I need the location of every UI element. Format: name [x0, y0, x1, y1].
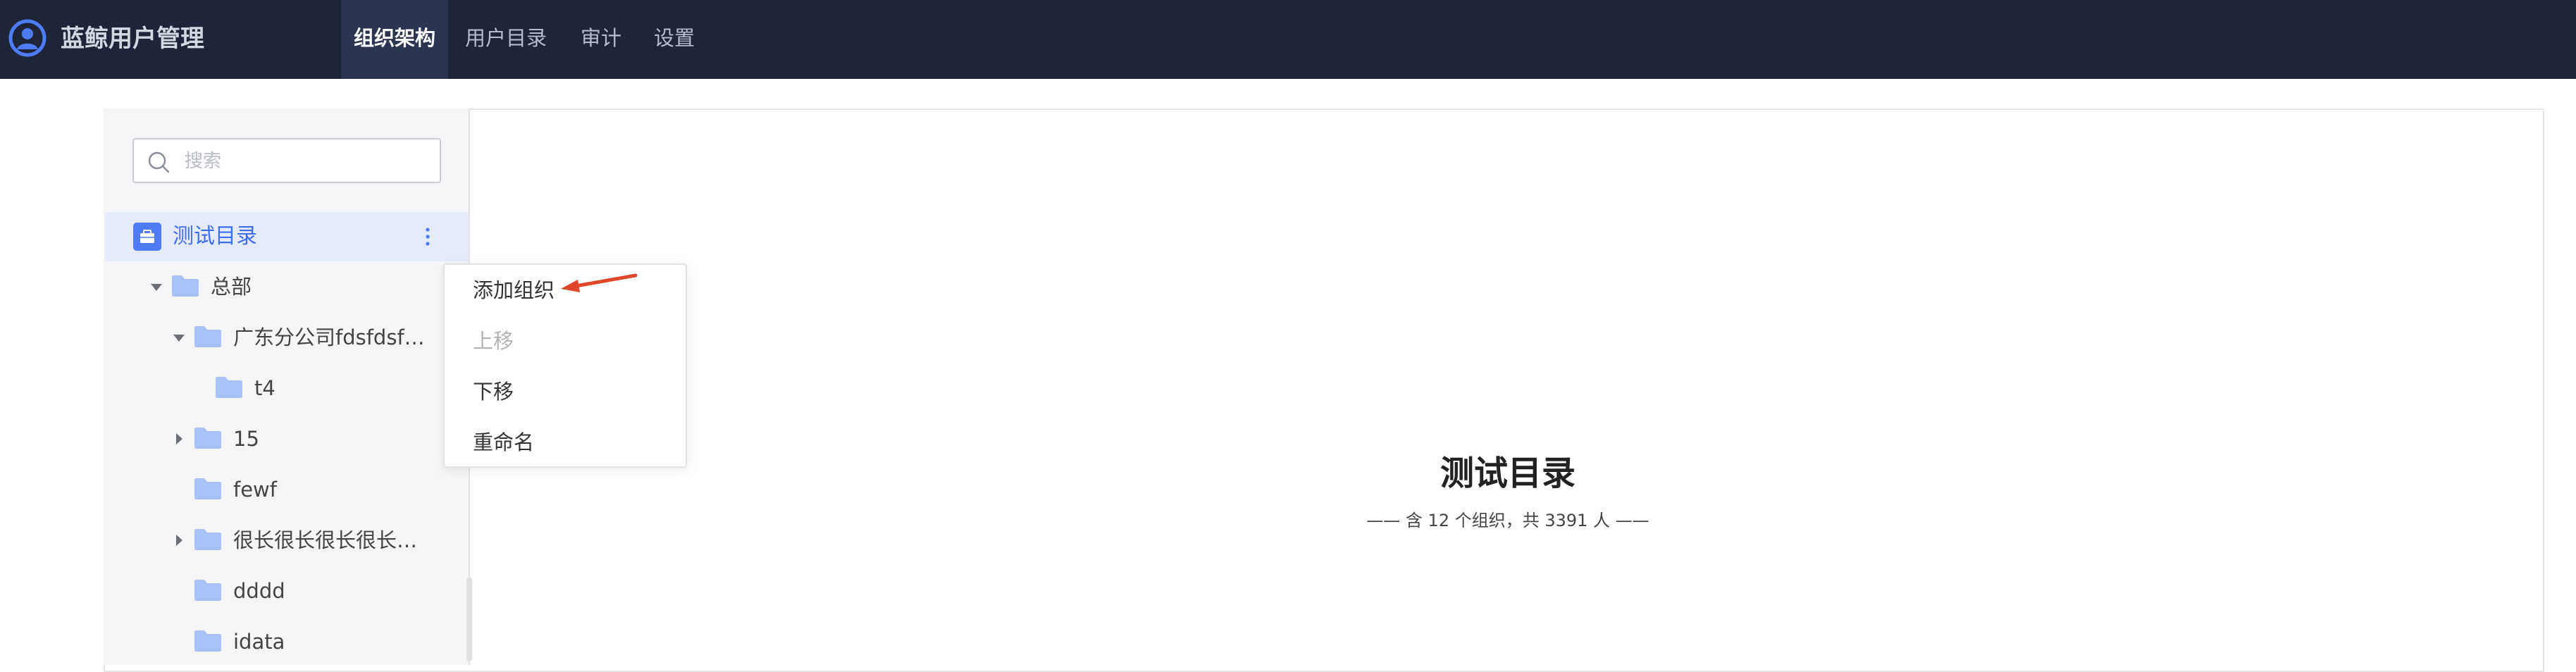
directory-summary: —— 含 12 个组织，共 3391 人 —— — [1366, 511, 1649, 530]
tree-root-directory[interactable]: 测试目录 — [105, 212, 469, 261]
folder-icon — [194, 478, 221, 499]
caret-down-icon[interactable] — [171, 316, 187, 359]
folder-icon — [194, 529, 221, 550]
caret-right-icon[interactable] — [171, 418, 187, 460]
folder-icon — [194, 326, 221, 347]
tree-root-label: 测试目录 — [173, 224, 257, 249]
caret-right-icon[interactable] — [171, 519, 187, 561]
search-input[interactable] — [183, 147, 430, 176]
tree-item[interactable]: idata — [105, 621, 443, 663]
nav-tab-org-structure[interactable]: 组织架构 — [341, 0, 448, 79]
nav-tab-user-directory[interactable]: 用户目录 — [460, 0, 552, 79]
menu-item-add-org[interactable]: 添加组织 — [473, 276, 555, 304]
folder-icon — [194, 428, 221, 449]
directory-icon — [133, 223, 161, 251]
tree-item-label: t4 — [254, 376, 275, 400]
app-title: 蓝鲸用户管理 — [61, 25, 204, 53]
tree-item[interactable]: 广东分公司fdsfdsf… — [105, 316, 443, 359]
tree-item[interactable]: 很长很长很长很长… — [105, 519, 443, 561]
user-circle-icon — [8, 19, 47, 57]
menu-item-rename[interactable]: 重命名 — [473, 428, 534, 456]
nav-tab-audit[interactable]: 审计 — [569, 0, 633, 79]
tree-item-label: 15 — [233, 427, 259, 451]
folder-icon — [216, 377, 242, 398]
folder-icon — [194, 630, 221, 652]
more-vertical-icon[interactable] — [421, 225, 435, 249]
sidebar-scrollbar[interactable] — [466, 578, 472, 661]
search-box — [132, 138, 441, 183]
tree-item[interactable]: 15 — [105, 418, 443, 460]
caret-down-icon[interactable] — [149, 266, 164, 308]
tree-item-label: idata — [233, 630, 285, 654]
tree-item[interactable]: dddd — [105, 570, 443, 612]
tree-item-label: 广东分公司fdsfdsf… — [233, 325, 425, 349]
directory-title: 测试目录 — [1439, 454, 1575, 493]
menu-item-move-up: 上移 — [473, 329, 514, 353]
folder-icon — [172, 275, 199, 297]
menu-item-move-down[interactable]: 下移 — [473, 378, 514, 406]
tree-item[interactable]: t4 — [105, 367, 443, 409]
tree-item[interactable]: fewf — [105, 468, 443, 511]
search-icon — [148, 151, 170, 173]
tree-item-label: fewf — [233, 478, 277, 502]
folder-icon — [194, 580, 221, 601]
tree-item[interactable]: 总部 — [105, 266, 443, 308]
arrow-annotation-icon — [561, 273, 638, 292]
tree-item-label: dddd — [233, 579, 285, 603]
tree-item-label: 总部 — [211, 275, 252, 299]
top-nav-bar: 蓝鲸用户管理 组织架构 用户目录 审计 设置 — [0, 0, 2576, 79]
nav-tab-settings[interactable]: 设置 — [643, 0, 706, 79]
tree-item-label: 很长很长很长很长… — [233, 528, 418, 552]
